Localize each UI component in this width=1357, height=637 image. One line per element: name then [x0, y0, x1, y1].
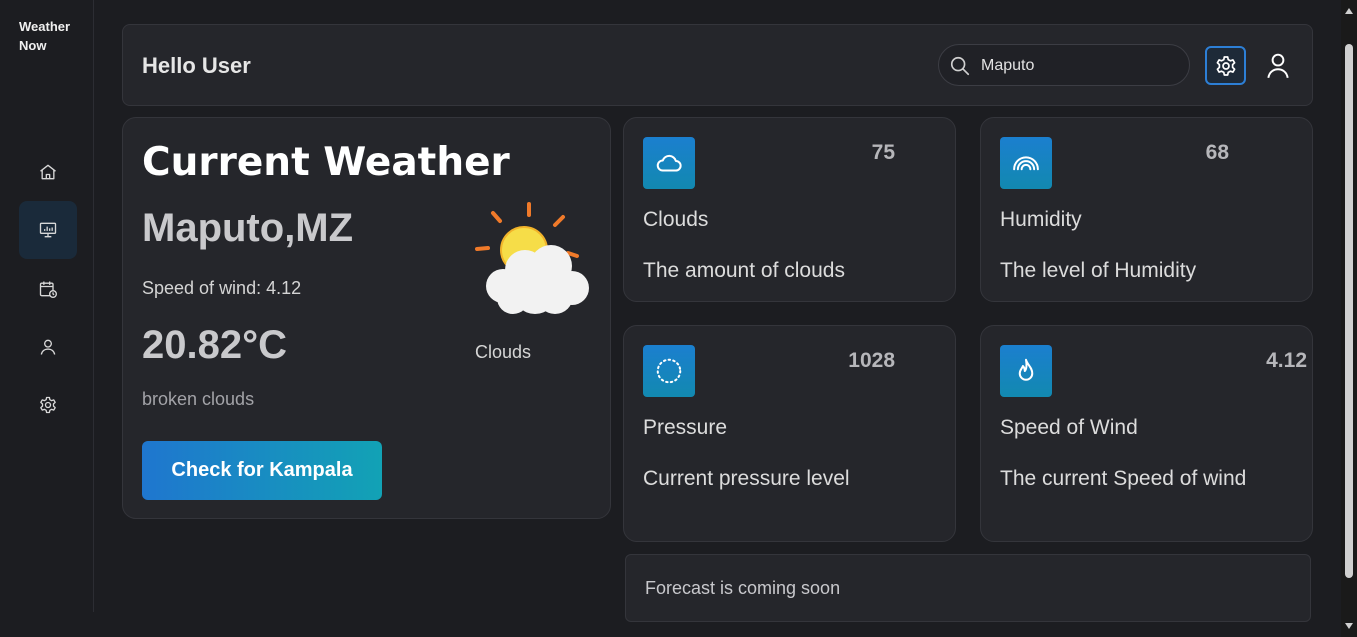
sidebar-item-profile[interactable]	[19, 318, 77, 376]
brand-logo[interactable]: Weather Now	[19, 17, 79, 55]
user-icon	[1267, 53, 1289, 79]
pressure-label: Pressure	[643, 416, 728, 439]
clouds-description: The amount of clouds	[643, 259, 845, 282]
stat-card-pressure: 1028 Pressure Current pressure level	[623, 325, 956, 542]
sidebar-item-dashboard[interactable]	[19, 201, 77, 259]
scroll-up-arrow-icon[interactable]	[1345, 8, 1353, 14]
settings-icon	[40, 396, 56, 414]
dotted-circle-icon	[643, 345, 695, 397]
flame-icon	[1000, 345, 1052, 397]
sidebar-item-calendar[interactable]	[19, 260, 77, 318]
profile-button[interactable]	[1263, 50, 1293, 82]
temperature-value: 20.82°C	[142, 323, 287, 367]
calendar-icon	[39, 281, 57, 298]
forecast-message: Forecast is coming soon	[645, 578, 841, 598]
wind-value: 4.12	[1266, 349, 1307, 372]
page-scrollbar[interactable]	[1341, 0, 1357, 637]
wind-description: The current Speed of wind	[1000, 467, 1247, 490]
condition-label: Clouds	[475, 342, 532, 362]
app-root: Weather Now Hello User Maputo Current We…	[0, 0, 1357, 637]
user-icon	[40, 339, 56, 355]
sun-behind-cloud-icon	[475, 202, 589, 314]
clouds-value: 75	[871, 141, 895, 164]
city-name: Maputo,MZ	[142, 206, 354, 250]
top-header: Hello User	[122, 24, 1313, 106]
forecast-panel: Forecast is coming soon	[625, 554, 1311, 622]
current-weather-title: Current Weather	[142, 140, 510, 185]
stat-card-clouds: 75 Clouds The amount of clouds	[623, 117, 956, 302]
wind-label: Speed of Wind	[1000, 416, 1138, 439]
stat-card-wind: 4.12 Speed of Wind The current Speed of …	[980, 325, 1313, 542]
weather-description: broken clouds	[142, 389, 255, 409]
scroll-down-arrow-icon[interactable]	[1345, 623, 1353, 629]
search-icon	[950, 56, 970, 76]
sidebar: Weather Now	[0, 0, 94, 612]
cloud-icon	[643, 137, 695, 189]
stat-card-humidity: 68 Humidity The level of Humidity	[980, 117, 1313, 302]
check-kampala-button[interactable]: Check for Kampala	[142, 441, 382, 500]
pressure-description: Current pressure level	[643, 467, 850, 490]
brand-line-1: Weather	[19, 19, 71, 34]
clouds-label: Clouds	[643, 208, 709, 231]
search-input[interactable]	[981, 54, 1171, 78]
scrollbar-thumb[interactable]	[1345, 44, 1353, 578]
dashboard-icon	[39, 222, 57, 238]
gear-icon	[1216, 55, 1235, 76]
humidity-value: 68	[1205, 141, 1229, 164]
brand-line-2: Now	[19, 38, 47, 53]
current-weather-card: Current Weather Maputo,MZ Speed of wind:…	[122, 117, 611, 519]
sidebar-item-settings[interactable]	[19, 376, 77, 434]
humidity-label: Humidity	[1000, 208, 1082, 231]
pressure-value: 1028	[848, 349, 895, 372]
humidity-description: The level of Humidity	[1000, 259, 1197, 282]
home-icon	[40, 164, 56, 180]
wind-speed-text: Speed of wind: 4.12	[142, 278, 302, 298]
search-box[interactable]	[938, 44, 1190, 86]
rainbow-icon	[1000, 137, 1052, 189]
settings-button[interactable]	[1205, 46, 1246, 85]
greeting-title: Hello User	[142, 53, 251, 78]
sidebar-item-home[interactable]	[19, 143, 77, 201]
